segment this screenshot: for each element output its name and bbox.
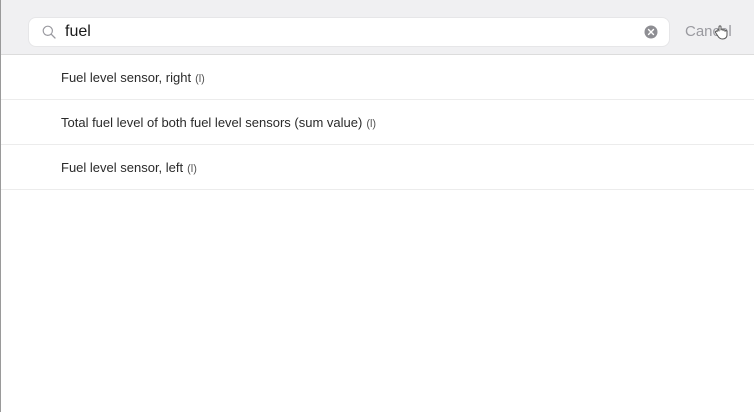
search-icon: [42, 25, 56, 39]
search-results-list: Fuel level sensor, right (l) Total fuel l…: [1, 55, 754, 190]
cancel-button[interactable]: Cancel: [685, 20, 732, 44]
result-unit: (l): [195, 73, 205, 85]
result-unit: (l): [366, 118, 377, 130]
clear-search-icon[interactable]: [643, 24, 659, 40]
search-input[interactable]: [65, 22, 625, 42]
app-window: Cancel Fuel level sensor, right(l) Total…: [0, 0, 754, 412]
search-field[interactable]: [29, 18, 669, 46]
result-label: Total fuel level of both fuel level sens…: [61, 115, 363, 130]
result-item[interactable]: Total fuel level of both fuel level sens…: [1, 100, 754, 145]
result-item[interactable]: Fuel level sensor, right (l): [1, 55, 754, 100]
result-item[interactable]: Fuel level sensor, left (l): [1, 145, 754, 190]
result-unit: (l): [187, 163, 197, 175]
result-label: Fuel level sensor, left: [61, 160, 184, 175]
search-bar: Cancel: [1, 0, 754, 55]
result-label: Fuel level sensor, right: [61, 70, 192, 85]
